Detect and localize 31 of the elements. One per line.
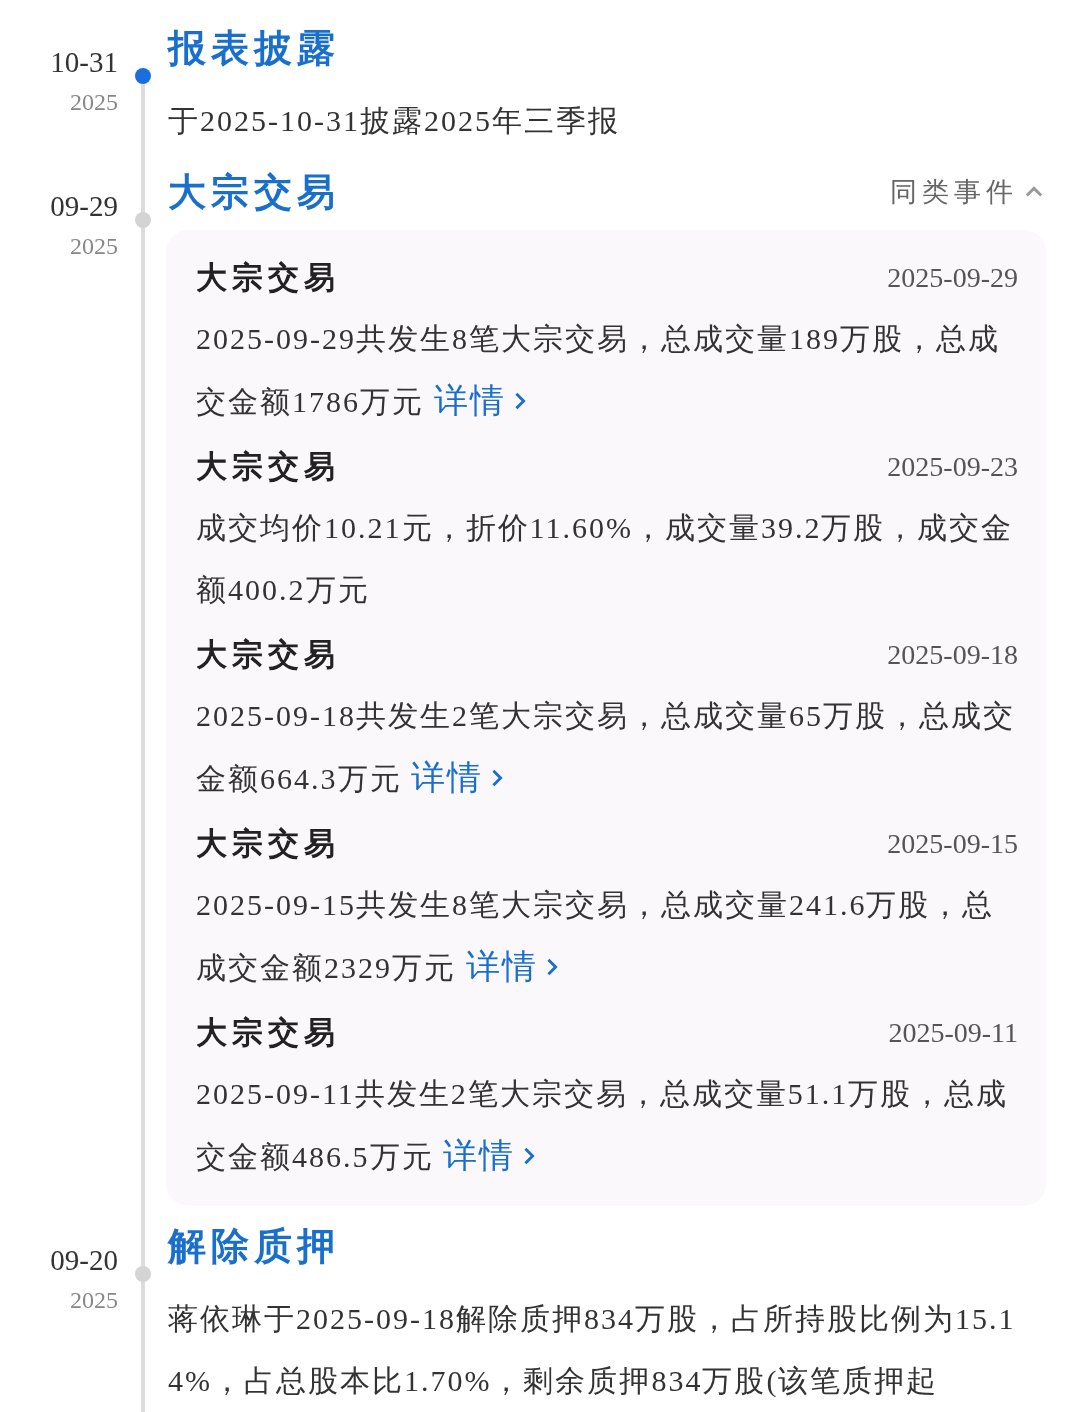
item-description: 2025-09-18共发生2笔大宗交易，总成交量65万股，总成交金额664.3万元 详情: [196, 685, 1018, 810]
item-description: 2025-09-15共发生8笔大宗交易，总成交量241.6万股，总成交金额2329万元 详情: [196, 874, 1018, 999]
event-title: 报表披露: [168, 26, 340, 71]
item-date: 2025-09-15: [887, 827, 1018, 861]
event-title: 大宗交易: [168, 170, 340, 215]
event-year: 2025: [69, 88, 118, 117]
item-title: 大宗交易: [196, 259, 340, 297]
event-title: 解除质押: [168, 1224, 340, 1269]
event-date: 09-20: [49, 1243, 118, 1278]
event-date: 09-29: [49, 189, 118, 224]
item-date: 2025-09-11: [888, 1016, 1018, 1050]
item-title: 大宗交易: [196, 448, 340, 486]
details-link[interactable]: 详情: [443, 1125, 541, 1187]
event-description: 蒋依琳于2025-09-18解除质押834万股，占所持股比例为15.14%，占总股本比1.70%，剩余质押834万股(该笔质押起: [168, 1301, 1017, 1399]
event-year: 2025: [69, 232, 118, 261]
details-link[interactable]: 详情: [433, 370, 532, 432]
event-year: 2025: [69, 1286, 118, 1315]
details-link[interactable]: 详情: [411, 747, 509, 809]
item-date: 2025-09-29: [887, 261, 1018, 295]
item-date: 2025-09-23: [887, 450, 1018, 484]
event-description: 于2025-10-31披露2025年三季报: [168, 103, 621, 139]
similar-events-toggle[interactable]: 同类事件: [890, 171, 1046, 213]
event-date: 10-31: [49, 45, 118, 80]
item-description: 成交均价10.21元，折价11.60%，成交量39.2万股，成交金额400.2万元: [196, 510, 1015, 608]
details-link[interactable]: 详情: [465, 936, 564, 998]
item-description: 2025-09-29共发生8笔大宗交易，总成交量189万股，总成交金额1786万元 详情: [196, 308, 1018, 433]
item-title: 大宗交易: [196, 636, 340, 674]
item-title: 大宗交易: [196, 825, 340, 863]
item-title: 大宗交易: [196, 1014, 340, 1052]
item-date: 2025-09-18: [887, 638, 1018, 672]
item-description: 2025-09-11共发生2笔大宗交易，总成交量51.1万股，总成交金额486.5万元 详情: [196, 1063, 1018, 1188]
